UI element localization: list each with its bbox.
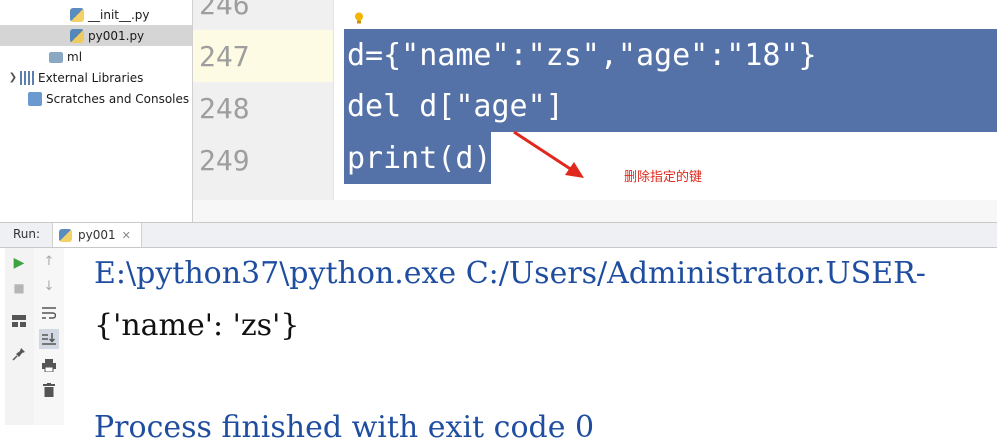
python-file-icon (59, 228, 72, 242)
run-toolbar-secondary: ↑ ↓ (34, 248, 65, 425)
layout-icon[interactable] (9, 311, 29, 331)
code-line: del d["age"] (347, 89, 564, 124)
pin-icon[interactable] (9, 344, 29, 364)
print-icon[interactable] (39, 355, 59, 375)
tree-item-label: External Libraries (38, 70, 144, 85)
python-file-icon (70, 28, 84, 43)
library-icon (20, 70, 34, 85)
annotation-arrow-icon (513, 130, 584, 178)
run-panel-header (0, 222, 997, 248)
line-number: 249 (199, 144, 250, 177)
chevron-right-icon[interactable]: ❯ (8, 72, 18, 83)
python-file-icon (70, 7, 84, 22)
close-icon[interactable]: ✕ (122, 229, 131, 242)
stop-icon[interactable]: ■ (9, 278, 29, 298)
lightbulb-icon[interactable] (354, 12, 364, 24)
tree-item-label: ml (67, 49, 83, 64)
editor-bottom-band (193, 200, 997, 222)
tree-item-label: py001.py (88, 28, 145, 43)
scroll-to-end-icon[interactable] (39, 329, 59, 349)
run-icon[interactable]: ▶ (9, 253, 29, 273)
tree-item-scratches[interactable]: Scratches and Consoles (0, 88, 192, 109)
line-number: 248 (199, 92, 250, 125)
tree-item-label: Scratches and Consoles (46, 91, 190, 106)
tab-label: py001 (78, 228, 116, 242)
console-line-command: E:\python37\python.exe C:/Users/Administ… (94, 256, 926, 291)
annotation-text: 删除指定的键 (624, 170, 703, 185)
soft-wrap-icon[interactable] (39, 303, 59, 323)
run-label: Run: (13, 227, 41, 241)
tab-py001[interactable]: py001 ✕ (52, 223, 142, 247)
arrow-down-icon[interactable]: ↓ (39, 276, 59, 296)
tree-item-external-libraries[interactable]: ❯ External Libraries (0, 67, 192, 88)
project-tree: __init__.py py001.py ml ❯ External Libra… (0, 0, 192, 222)
code-line: print(d) (347, 141, 492, 176)
tree-item-py001[interactable]: py001.py (0, 25, 192, 46)
trash-icon[interactable] (39, 380, 59, 400)
scratches-icon (28, 91, 42, 106)
run-toolbar-primary: ▶ ■ (5, 248, 35, 425)
line-number: 246 (199, 0, 250, 21)
arrow-up-icon[interactable]: ↑ (39, 251, 59, 271)
code-line: d={"name":"zs","age":"18"} (347, 38, 817, 73)
console-line-output: {'name': 'zs'} (94, 308, 300, 343)
console-line-exit: Process finished with exit code 0 (94, 410, 595, 445)
tree-item-ml[interactable]: ml (0, 46, 192, 67)
line-number: 247 (199, 40, 250, 73)
folder-icon (49, 51, 63, 63)
tree-item-label: __init__.py (88, 7, 150, 22)
